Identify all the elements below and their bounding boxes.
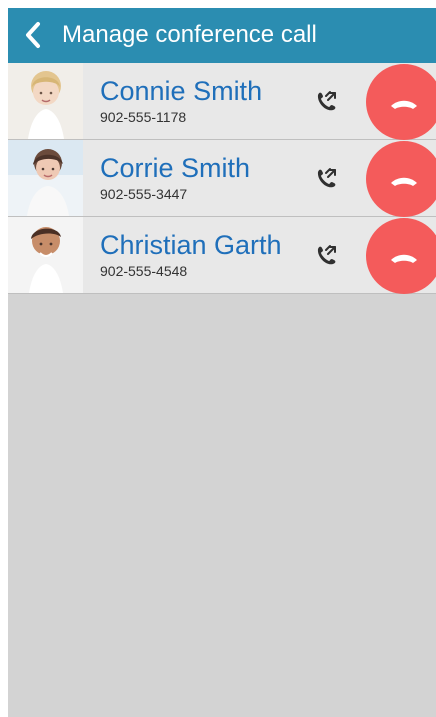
avatar bbox=[8, 217, 83, 293]
call-split-icon bbox=[317, 168, 336, 188]
end-call-button[interactable] bbox=[366, 64, 436, 140]
avatar bbox=[8, 63, 83, 139]
end-call-button[interactable] bbox=[366, 141, 436, 217]
participant-row[interactable]: Christian Garth 902-555-4548 bbox=[8, 217, 436, 294]
participant-phone: 902-555-1178 bbox=[100, 109, 187, 125]
call-split-button[interactable] bbox=[312, 241, 342, 271]
contact-info: Corrie Smith 902-555-3447 bbox=[100, 153, 300, 203]
end-call-button[interactable] bbox=[366, 218, 436, 294]
app-bar: Manage conference call bbox=[8, 8, 436, 63]
participant-name: Corrie Smith bbox=[100, 153, 251, 183]
participant-name: Connie Smith bbox=[100, 76, 263, 106]
end-call-icon bbox=[366, 218, 436, 294]
end-call-icon bbox=[366, 64, 436, 140]
call-split-icon bbox=[317, 245, 336, 265]
avatar bbox=[8, 140, 83, 216]
contact-info: Connie Smith 902-555-1178 bbox=[100, 76, 300, 126]
participant-list: Connie Smith 902-555-1178 Corrie Smith 9… bbox=[8, 63, 436, 294]
participant-row[interactable]: Connie Smith 902-555-1178 bbox=[8, 63, 436, 140]
contact-info: Christian Garth 902-555-4548 bbox=[100, 230, 300, 280]
phone-screen: Manage conference call Connie Smith 902-… bbox=[8, 8, 436, 717]
call-split-button[interactable] bbox=[312, 87, 342, 117]
participant-name: Christian Garth bbox=[100, 230, 282, 260]
participant-row[interactable]: Corrie Smith 902-555-3447 bbox=[8, 140, 436, 217]
call-split-icon bbox=[317, 91, 336, 111]
back-button[interactable] bbox=[18, 19, 50, 51]
participant-phone: 902-555-3447 bbox=[100, 186, 188, 202]
page-title: Manage conference call bbox=[62, 21, 317, 48]
end-call-icon bbox=[366, 141, 436, 217]
participant-phone: 902-555-4548 bbox=[100, 263, 188, 279]
call-split-button[interactable] bbox=[312, 164, 342, 194]
chevron-left-icon bbox=[26, 22, 40, 48]
